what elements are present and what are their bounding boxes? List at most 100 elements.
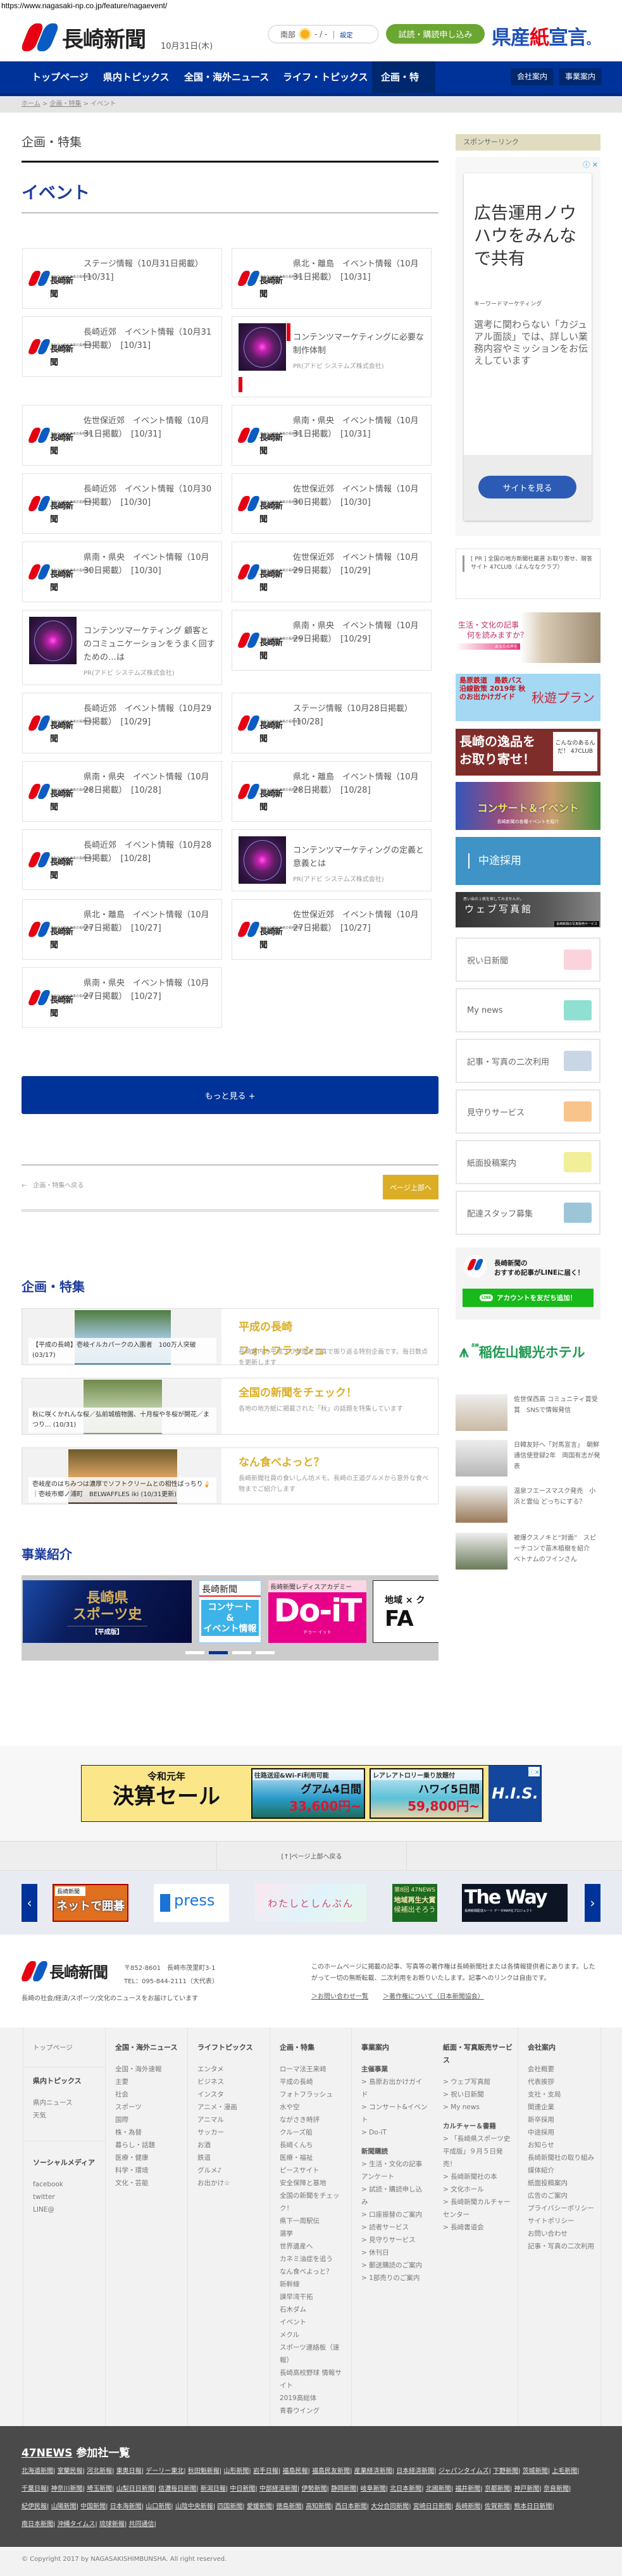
line-add-friend-button[interactable]: LINE アカウントを友だち追加！ [463, 1289, 594, 1307]
footer-link[interactable]: > 「長崎県スポーツ史 平成版」９月５日発売！ [443, 2133, 513, 2170]
banner-shimatetsu[interactable]: 島原鉄道 島鉄バス 沿線散策 2019年 秋のお出かけガイド 秋遊プラン [456, 674, 600, 721]
ad-choices-icon[interactable]: ⓘ✕ [528, 1767, 540, 1776]
footer-link-line[interactable]: LINE@ [33, 2203, 105, 2216]
footer-link[interactable]: > 郵送購読のご案内 [361, 2259, 428, 2272]
member-paper-link[interactable]: 上毛新聞 [552, 2468, 577, 2475]
footer-link[interactable]: アニメ・漫画 [197, 2101, 264, 2114]
banner-web-photo[interactable]: 思い出の１枚を探してみませんか。 ウェブ写真館 長崎新聞の写真販売サービス [456, 892, 600, 927]
member-paper-link[interactable]: 東奥日報 [116, 2468, 142, 2475]
nav-national-news[interactable]: 全国・海外ニュース [175, 61, 278, 93]
footer-link[interactable]: > 長崎新聞社の本 [443, 2170, 513, 2183]
sidebar-service-2[interactable]: My news [456, 988, 600, 1032]
footer-link[interactable]: インスタ [197, 2088, 264, 2101]
event-card[interactable]: あなたと創る未来の長崎新聞 長崎新聞 県北・離島 イベント情報（10月27日掲載） … [22, 899, 222, 960]
event-card[interactable]: あなたと創る未来の長崎新聞 長崎新聞 県南・県央 イベント情報（10月29日掲載） … [232, 610, 432, 671]
ad-choices-icon[interactable]: ⓘ ✕ [583, 159, 598, 170]
nav-life-topics[interactable]: ライフ・トピックス [274, 61, 377, 93]
member-paper-link[interactable]: 山口新聞 [146, 2503, 171, 2510]
member-paper-link[interactable]: 新潟日報 [201, 2486, 226, 2492]
member-paper-link[interactable]: デーリー東北 [146, 2468, 183, 2475]
footer-link[interactable]: 安全保障と基地 [280, 2177, 346, 2189]
banner-47club[interactable]: 長崎の逸品を お取り寄せ！ こんなのあるんだ！ 47CLUB [456, 729, 600, 776]
carousel-dot[interactable] [256, 1651, 275, 1654]
sidebar-news-item[interactable]: 佐世保西高 コミュニティ賞受賞 SNSで情報発信 [456, 1394, 600, 1432]
footer-link[interactable]: 選挙 [280, 2227, 346, 2240]
footer-link[interactable]: 世界遺産へ [280, 2240, 346, 2253]
member-paper-link[interactable]: 長崎新聞 [455, 2503, 480, 2510]
contact-list-link[interactable]: ＞お問い合わせ一覧 [311, 1991, 368, 2000]
member-paper-link[interactable]: 山形新聞 [223, 2468, 249, 2475]
footer-link[interactable]: 主要 [115, 2076, 182, 2088]
event-card[interactable]: あなたと創る未来の長崎新聞 長崎新聞 県南・県央 イベント情報（10月31日掲載） … [232, 405, 432, 466]
footer-link[interactable]: > 生活・文化の記事アンケート [361, 2158, 428, 2183]
event-card[interactable]: あなたと創る未来の長崎新聞 長崎新聞 佐世保近郊 イベント情報（10月30日掲載） … [232, 473, 432, 534]
member-paper-link[interactable]: 千葉日報 [22, 2486, 47, 2492]
partner-net-igo[interactable]: 長崎新聞 ネットで囲碁 [53, 1884, 128, 1922]
kensan-declaration-banner[interactable]: 県産紙宣言。 [492, 22, 598, 50]
footer-link[interactable]: 長崎くんち [280, 2139, 346, 2152]
ad-card[interactable]: 広告運用ノウハウをみんなで共有 キーワードマーケティング 選考に関わらない「カジ… [464, 173, 592, 521]
member-paper-link[interactable]: 福井新聞 [455, 2486, 480, 2492]
member-paper-link[interactable]: 茨城新聞 [523, 2468, 548, 2475]
footer-link[interactable]: 長崎高校野球 情報サイト [280, 2367, 346, 2392]
footer-link[interactable]: ピースサイト [280, 2164, 346, 2177]
footer-link[interactable]: スポーツ [115, 2101, 182, 2114]
breadcrumb-home[interactable]: ホーム [22, 101, 40, 108]
his-travel-ad[interactable]: 令和元年 決算セール 往路送迎&Wi-Fi利用可能 グアム4日間 33,600円… [81, 1765, 542, 1822]
partner-watashi-to-shinbun[interactable]: わたしとしんぶん [255, 1884, 366, 1922]
member-paper-link[interactable]: 岩手日報 [253, 2468, 278, 2475]
page-top-button[interactable]: ページ上部へ [383, 1175, 439, 1199]
footer-link[interactable]: 文化・芸能 [115, 2177, 182, 2189]
footer-link[interactable]: 会社概要 [528, 2063, 595, 2076]
footer-link[interactable]: 国際 [115, 2114, 182, 2126]
footer-link[interactable]: 2019高総体 [280, 2392, 346, 2405]
member-paper-link[interactable]: 伊勢新聞 [302, 2486, 327, 2492]
event-card[interactable]: あなたと創る未来の長崎新聞 長崎新聞 県北・離島 イベント情報（10月28日掲載） … [232, 761, 432, 822]
footer-link[interactable]: > Do-iT [361, 2126, 428, 2139]
footer-link[interactable]: 県内ニュース [33, 2096, 105, 2109]
footer-link[interactable]: 全国・海外速報 [115, 2063, 182, 2076]
member-paper-link[interactable]: 産業経済新聞 [354, 2468, 392, 2475]
footer-link[interactable]: > 見守りサービス [361, 2234, 428, 2246]
footer-link[interactable]: > 試読・購読申し込み [361, 2183, 428, 2208]
footer-link[interactable]: > 島原お出かけガイド [361, 2076, 428, 2101]
carousel-prev-arrow-icon[interactable]: ‹ [22, 1884, 37, 1922]
footer-link[interactable]: お知らせ [528, 2139, 595, 2152]
sidebar-news-item[interactable]: 日韓友好へ「対馬宣言」 朝鮮通信使登録2年 両国有志が発表 [456, 1440, 600, 1478]
member-paper-link[interactable]: 中国新聞 [80, 2503, 106, 2510]
member-paper-link[interactable]: 北海道新聞 [22, 2468, 53, 2475]
47news-link[interactable]: 47NEWS [22, 2447, 73, 2460]
partner-regional-award[interactable]: 第8回 47NEWS 地域再生大賞 候補出そろう [392, 1884, 437, 1922]
footer-link[interactable]: アニマル [197, 2114, 264, 2126]
partner-press9[interactable]: press [154, 1884, 229, 1922]
footer-link[interactable]: ながさき時評 [280, 2114, 346, 2126]
feature-card[interactable]: 壱岐産のはちみつは濃厚でソフトクリームとの相性ばっちり🍦｜壱岐市郷ノ浦町 BEL… [22, 1447, 439, 1504]
member-paper-link[interactable]: 南日本新聞 [22, 2521, 53, 2528]
member-paper-link[interactable]: 埼玉新聞 [87, 2486, 112, 2492]
weather-settings-link[interactable]: 設定 [340, 30, 352, 39]
member-paper-link[interactable]: 日本海新聞 [110, 2503, 142, 2510]
member-paper-link[interactable]: 中日新聞 [230, 2486, 255, 2492]
footer-link[interactable]: 記事・写真の二次利用 [528, 2240, 595, 2253]
footer-link[interactable]: ビジネス [197, 2076, 264, 2088]
pr-47club-link[interactable]: [ PR ] 全国の地方新聞社厳選 お取り寄せ、贈答サイト 47CLUB（よんな… [456, 548, 600, 599]
footer-link[interactable]: 媒体紹介 [528, 2164, 595, 2177]
footer-link[interactable]: > My news [443, 2101, 513, 2114]
event-card[interactable]: あなたと創る未来の長崎新聞 長崎新聞 長崎近郊 イベント情報（10月28日掲載） [… [22, 829, 222, 890]
event-card[interactable]: あなたと創る未来の長崎新聞 長崎新聞 佐世保近郊 イベント情報（10月31日掲載） … [22, 405, 222, 466]
member-paper-link[interactable]: 宮崎日日新聞 [413, 2503, 451, 2510]
sidebar-news-item[interactable]: 温泉フエースマスク発売 小浜と雲仙 どっちにする？ [456, 1486, 600, 1524]
footer-link[interactable]: 鉄道 [197, 2152, 264, 2164]
footer-link[interactable]: 支社・支局 [528, 2088, 595, 2101]
member-paper-link[interactable]: 熊本日日新聞 [514, 2503, 552, 2510]
footer-link[interactable]: エンタメ [197, 2063, 264, 2076]
breadcrumb-features[interactable]: 企画・特集 [49, 101, 81, 108]
feature-card[interactable]: 【平成の長崎】壱岐イルカパークの入園者 100万人突破 (03/17) 平成の長崎… [22, 1308, 439, 1366]
footer-link[interactable]: スポーツ連絡板（速報） [280, 2341, 346, 2367]
event-card[interactable]: あなたと創る未来の長崎新聞 長崎新聞 長崎近郊 イベント情報（10月29日掲載） [… [22, 693, 222, 753]
footer-link[interactable]: > 長崎新聞カルチャーセンター [443, 2196, 513, 2221]
member-paper-link[interactable]: 福島民友新聞 [312, 2468, 350, 2475]
event-card[interactable]: あなたと創る未来の長崎新聞 長崎新聞 長崎近郊 イベント情報（10月30日掲載） [… [22, 473, 222, 534]
sponsored-card[interactable]: コンテンツマーケティング 顧客とのコミュニケーションをうまく回すための…は PR(… [22, 610, 222, 685]
member-paper-link[interactable]: 福島民報 [283, 2468, 308, 2475]
